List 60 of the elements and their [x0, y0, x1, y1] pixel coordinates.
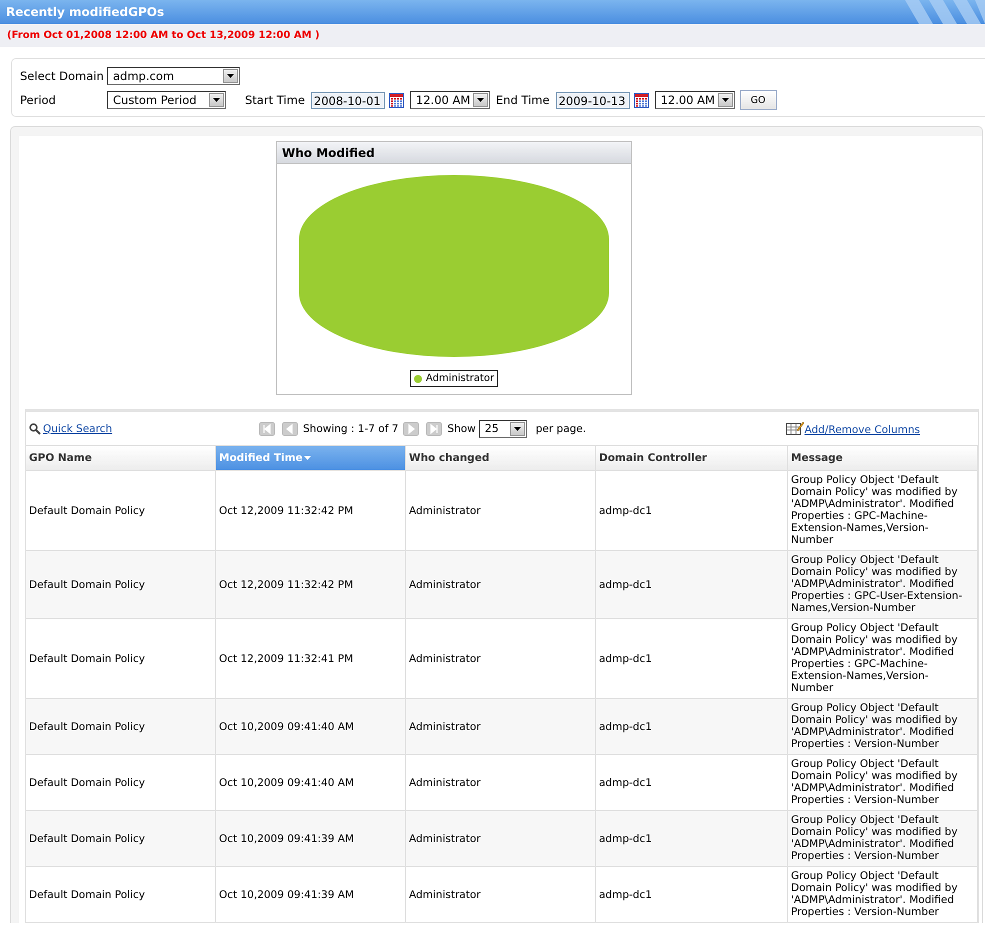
table-cell: Default Domain Policy [26, 550, 216, 618]
period-dropdown[interactable]: Custom Period [107, 91, 226, 109]
time-dropdown[interactable]: 12.00 AM [410, 91, 490, 109]
table-cell: Default Domain Policy [26, 470, 216, 550]
page-size-dropdown[interactable]: 25 [478, 420, 527, 438]
table-cell: Administrator [406, 866, 596, 922]
table-cell: admp-dc1 [596, 754, 788, 810]
column-header[interactable]: GPO Name [26, 445, 216, 470]
field-label: End Time [496, 93, 550, 107]
field-label: per page. [536, 422, 586, 434]
table-cell: Default Domain Policy [26, 754, 216, 810]
date-field[interactable]: 2008-10-01 [310, 92, 385, 108]
column-header[interactable]: Domain Controller [596, 445, 788, 470]
quick-search-link[interactable]: Quick Search [43, 422, 112, 434]
table-cell: admp-dc1 [596, 810, 788, 866]
table-cell: Default Domain Policy [26, 618, 216, 698]
go-button[interactable]: GO [740, 90, 777, 110]
table-cell: Group Policy Object 'Default Domain Policy' was modified by 'ADMP\Administrator'. Modified Properties : Version-Number [788, 810, 978, 866]
table-cell: Group Policy Object 'Default Domain Policy' was modified by 'ADMP\Administrator'. Modified Properties : GPC-User-Extension-Names,Version-Number [788, 550, 978, 618]
table-cell: Oct 12,2009 11:32:42 PM [216, 470, 406, 550]
table-cell: Administrator [406, 698, 596, 754]
domain-dropdown[interactable]: admp.com [107, 67, 240, 85]
table-cell: Oct 10,2009 09:41:39 AM [216, 810, 406, 866]
table-cell: Default Domain Policy [26, 810, 216, 866]
table-cell: admp-dc1 [596, 866, 788, 922]
table-cell: Group Policy Object 'Default Domain Policy' was modified by 'ADMP\Administrator'. Modified Properties : Version-Number [788, 754, 978, 810]
table-cell: Administrator [406, 470, 596, 550]
date-range-text: (From Oct 01,2008 12:00 AM to Oct 13,2009 12:00 AM ) [7, 30, 320, 41]
field-label: Show [447, 422, 476, 434]
time-dropdown[interactable]: 12.00 AM [654, 91, 735, 109]
table-cell: admp-dc1 [596, 470, 788, 550]
table-cell: Oct 10,2009 09:41:40 AM [216, 698, 406, 754]
table-cell: Group Policy Object 'Default Domain Policy' was modified by 'ADMP\Administrator'. Modified Properties : GPC-Machine-Extension-Names,Version-Number [788, 618, 978, 698]
add-remove-columns-link[interactable]: Add/Remove Columns [804, 424, 920, 436]
table-cell: admp-dc1 [596, 550, 788, 618]
table-cell: Group Policy Object 'Default Domain Policy' was modified by 'ADMP\Administrator'. Modified Properties : GPC-Machine-Extension-Names,Version-Number [788, 470, 978, 550]
column-header[interactable]: Message [788, 445, 978, 470]
window-title: Recently modifiedGPOs [6, 5, 164, 19]
table-cell: Default Domain Policy [26, 698, 216, 754]
table-cell: Administrator [406, 550, 596, 618]
table-cell: Oct 12,2009 11:32:41 PM [216, 618, 406, 698]
field-label: Select Domain [20, 69, 105, 83]
table-cell: Administrator [406, 810, 596, 866]
date-field[interactable]: 2009-10-13 [556, 92, 630, 108]
table-cell: Default Domain Policy [26, 866, 216, 922]
table-cell: Oct 10,2009 09:41:39 AM [216, 866, 406, 922]
legend-label: Administrator [426, 373, 494, 384]
table-cell: admp-dc1 [596, 618, 788, 698]
table-cell: Oct 12,2009 11:32:42 PM [216, 550, 406, 618]
table-cell: admp-dc1 [596, 698, 788, 754]
table-cell: Oct 10,2009 09:41:40 AM [216, 754, 406, 810]
table-cell: Administrator [406, 754, 596, 810]
chart-title: Who Modified [282, 146, 375, 160]
table-cell: Group Policy Object 'Default Domain Policy' was modified by 'ADMP\Administrator'. Modified Properties : Version-Number [788, 866, 978, 922]
paging-status: Showing : 1-7 of 7 [303, 422, 398, 434]
table-cell: Administrator [406, 618, 596, 698]
table-cell: Group Policy Object 'Default Domain Policy' was modified by 'ADMP\Administrator'. Modified Properties : Version-Number [788, 698, 978, 754]
field-label: Start Time [245, 93, 305, 107]
column-header[interactable]: Who changed [406, 445, 596, 470]
field-label: Period [20, 93, 57, 107]
